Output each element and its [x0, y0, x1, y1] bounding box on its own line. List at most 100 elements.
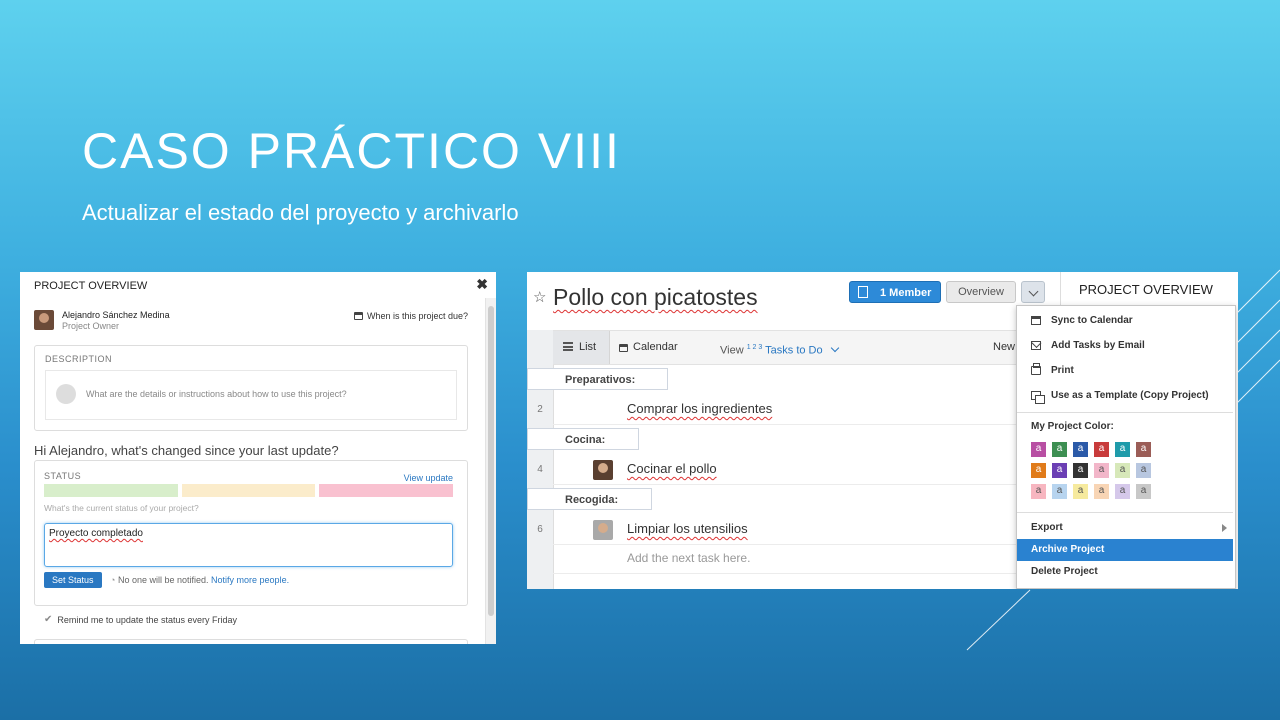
description-placeholder: What are the details or instructions abo… — [86, 389, 347, 399]
view-filter[interactable]: View 1 2 3 Tasks to Do — [720, 331, 839, 364]
menu-item-add-tasks-email[interactable]: Add Tasks by Email — [1017, 335, 1233, 357]
tab-list[interactable]: List — [553, 331, 610, 364]
task-item[interactable]: Cocinar el pollo — [627, 461, 717, 476]
status-text-input[interactable]: Proyecto completado — [44, 523, 453, 567]
chevron-down-icon — [1028, 286, 1038, 297]
task-item[interactable]: Limpiar los utensilios — [627, 521, 748, 536]
members-button[interactable]: 1 Member — [849, 281, 941, 303]
assignee-avatar[interactable] — [593, 460, 613, 480]
color-swatch[interactable]: a — [1052, 463, 1067, 478]
color-swatch[interactable]: a — [1094, 463, 1109, 478]
color-swatch[interactable]: a — [1094, 484, 1109, 499]
printer-icon — [1031, 363, 1041, 375]
description-section: DESCRIPTION What are the details or inst… — [34, 345, 468, 431]
menu-item-label: Sync to Calendar — [1051, 315, 1133, 326]
notify-more-link[interactable]: Notify more people. — [211, 575, 289, 585]
status-on-track-bar[interactable] — [44, 484, 178, 497]
menu-item-export[interactable]: Export — [1017, 517, 1233, 539]
remind-label: Remind me to update the status every Fri… — [57, 614, 237, 625]
menu-item-label: Add Tasks by Email — [1051, 340, 1145, 351]
section-header[interactable]: Cocina: — [527, 428, 639, 450]
menu-item-label: Export — [1031, 522, 1063, 533]
overview-button[interactable]: Overview — [946, 281, 1016, 303]
color-swatch[interactable]: a — [1031, 484, 1046, 499]
due-date-link[interactable]: When is this project due? — [353, 311, 468, 321]
menu-item-use-template[interactable]: Use as a Template (Copy Project) — [1017, 385, 1233, 407]
members-label: 1 Member — [880, 287, 932, 299]
scrollbar[interactable] — [485, 298, 496, 644]
status-at-risk-bar[interactable] — [182, 484, 315, 497]
color-swatch[interactable]: a — [1115, 463, 1130, 478]
building-icon — [858, 286, 868, 298]
section-header[interactable]: Preparativos: — [527, 368, 668, 390]
owner-name[interactable]: Alejandro Sánchez Medina — [62, 310, 170, 320]
status-hint: What's the current status of your projec… — [44, 503, 199, 513]
slide-title: CASO PRÁCTICO VIII — [82, 123, 621, 179]
calendar-icon — [1031, 316, 1041, 325]
color-swatch[interactable]: a — [1052, 484, 1067, 499]
view-toolbar: List Calendar View 1 2 3 Tasks to Do New — [553, 330, 1060, 365]
checkmark-icon: ✔ — [44, 614, 53, 625]
status-text-value: Proyecto completado — [49, 528, 143, 539]
side-panel-title: PROJECT OVERVIEW — [1079, 282, 1213, 297]
color-swatch[interactable]: a — [1052, 442, 1067, 457]
row-number: 4 — [537, 464, 543, 475]
color-swatch[interactable]: a — [1073, 442, 1088, 457]
color-swatch[interactable]: a — [1136, 484, 1151, 499]
project-actions-dropdown[interactable] — [1021, 281, 1045, 303]
tab-calendar[interactable]: Calendar — [619, 331, 678, 364]
color-swatch[interactable]: a — [1115, 442, 1130, 457]
new-button[interactable]: New — [993, 331, 1015, 364]
status-off-track-bar[interactable] — [319, 484, 453, 497]
calendar-icon — [619, 343, 628, 352]
update-question: Hi Alejandro, what's changed since your … — [34, 443, 339, 458]
menu-separator — [1017, 412, 1233, 413]
close-icon[interactable]: ✖ — [476, 276, 488, 293]
notify-info: ◔ No one will be notified. Notify more p… — [110, 575, 289, 585]
calendar-icon — [353, 312, 363, 320]
color-swatch[interactable]: a — [1073, 463, 1088, 478]
assignee-avatar[interactable] — [593, 520, 613, 540]
section-header[interactable]: Recogida: — [527, 488, 652, 510]
color-swatch[interactable]: a — [1136, 463, 1151, 478]
menu-item-print[interactable]: Print — [1017, 360, 1233, 382]
status-section: STATUS View update What's the current st… — [34, 460, 468, 606]
color-swatch[interactable]: a — [1031, 442, 1046, 457]
color-swatch[interactable]: a — [1031, 463, 1046, 478]
row-divider — [553, 484, 1060, 485]
project-title[interactable]: Pollo con picatostes — [553, 284, 758, 311]
chevron-down-icon — [830, 343, 839, 352]
task-item[interactable]: Comprar los ingredientes — [627, 401, 772, 416]
color-swatch[interactable]: a — [1094, 442, 1109, 457]
due-date-label: When is this project due? — [366, 311, 468, 321]
menu-item-label: Delete Project — [1031, 566, 1098, 577]
project-view-panel: ☆ Pollo con picatostes 1 Member Overview… — [527, 272, 1238, 589]
envelope-icon — [1031, 341, 1041, 350]
row-number: 6 — [537, 524, 543, 535]
project-actions-menu: Sync to Calendar Add Tasks by Email Prin… — [1016, 305, 1236, 589]
scrollbar-thumb[interactable] — [488, 306, 494, 616]
menu-separator — [1017, 512, 1233, 513]
status-label: STATUS — [44, 471, 82, 481]
color-swatch[interactable]: a — [1136, 442, 1151, 457]
menu-item-delete-project[interactable]: Delete Project — [1017, 561, 1233, 583]
row-number: 2 — [537, 404, 543, 415]
remind-checkbox[interactable]: ✔ Remind me to update the status every F… — [44, 614, 237, 625]
color-swatch[interactable]: a — [1073, 484, 1088, 499]
set-status-button[interactable]: Set Status — [44, 572, 102, 588]
tab-list-label: List — [579, 341, 597, 353]
view-filter-value: Tasks to Do — [765, 344, 823, 357]
star-icon[interactable]: ☆ — [533, 288, 546, 306]
comment-icon — [56, 384, 76, 404]
color-swatch[interactable]: a — [1115, 484, 1130, 499]
menu-item-label: Print — [1051, 365, 1074, 376]
description-input[interactable]: What are the details or instructions abo… — [45, 370, 457, 420]
add-task-input[interactable]: Add the next task here. — [627, 551, 750, 565]
menu-item-sync-calendar[interactable]: Sync to Calendar — [1017, 310, 1233, 332]
view-update-link[interactable]: View update — [404, 473, 453, 483]
menu-item-archive-project[interactable]: Archive Project — [1017, 539, 1233, 561]
slide-subtitle: Actualizar el estado del proyecto y arch… — [82, 200, 519, 225]
notify-text: No one will be notified. — [117, 575, 209, 585]
project-overview-panel: PROJECT OVERVIEW ✖ Alejandro Sánchez Med… — [20, 272, 496, 644]
menu-item-label: Archive Project — [1031, 544, 1105, 555]
